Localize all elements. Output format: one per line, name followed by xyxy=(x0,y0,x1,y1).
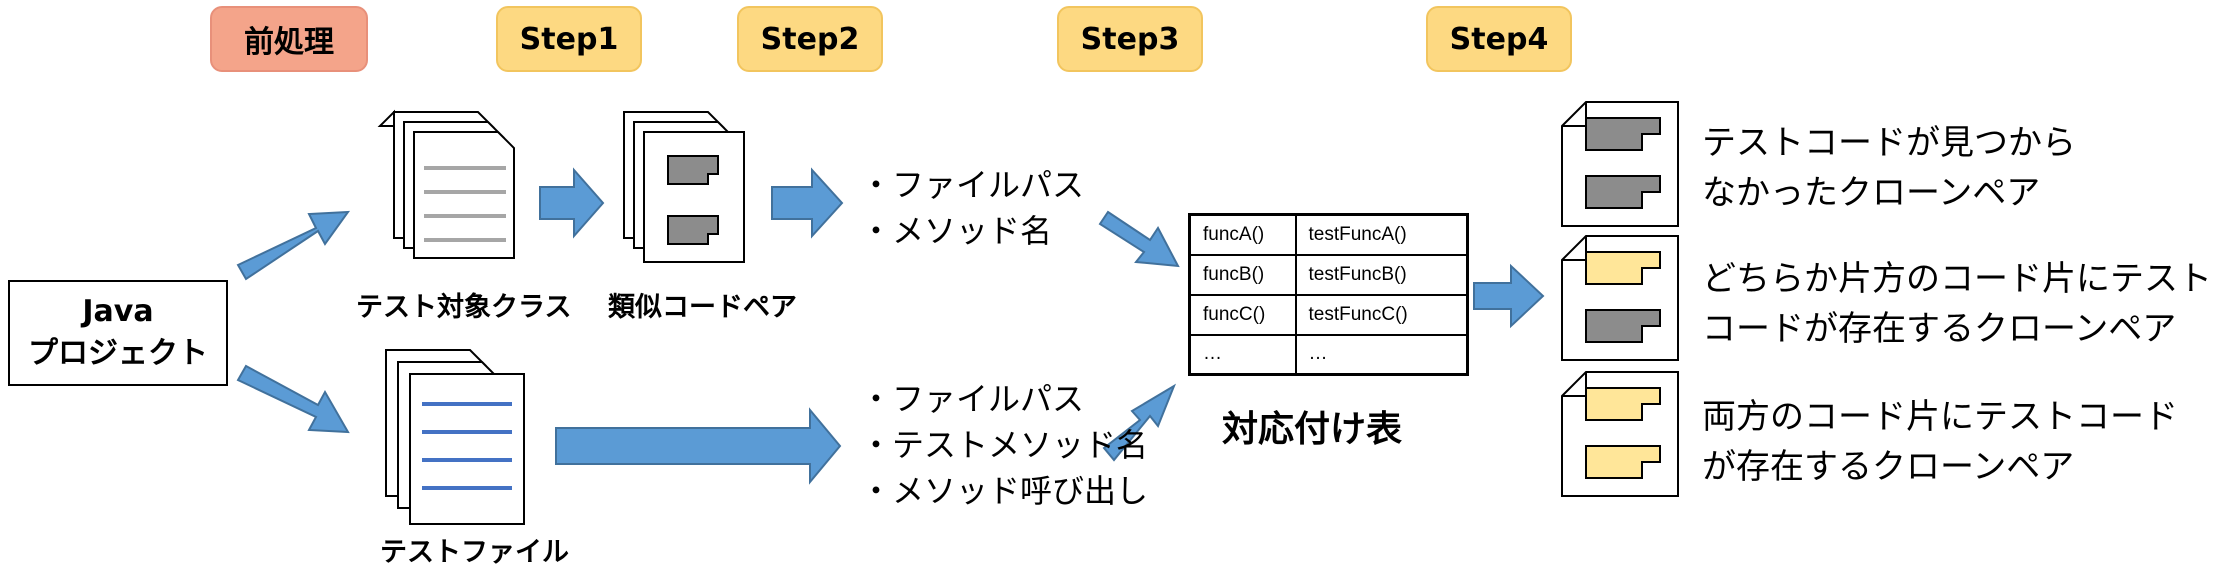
table-row: funcA() testFuncA() xyxy=(1188,213,1469,256)
table-cell: funcB() xyxy=(1188,253,1297,296)
mapping-table-title: 対応付け表 xyxy=(1222,409,1403,450)
test-file-icon xyxy=(385,349,525,525)
java-project-box: Java プロジェクト xyxy=(8,280,228,386)
java-project-line2: プロジェクト xyxy=(28,336,208,371)
table-cell: testFuncB() xyxy=(1294,253,1469,296)
result-3-line2: が存在するクローンペア xyxy=(1702,447,2075,487)
result-text-3: 両方のコード片にテストコード が存在するクローンペア xyxy=(1702,392,2178,492)
table-cell: testFuncC() xyxy=(1294,293,1469,336)
table-row: funcB() testFuncB() xyxy=(1188,253,1469,296)
info-top: ・ファイルパス ・メソッド名 xyxy=(860,162,1084,254)
result-2-line1: どちらか片方のコード片にテスト xyxy=(1702,259,2212,299)
arrow-step2-top xyxy=(771,167,844,239)
info-top-line2: ・メソッド名 xyxy=(860,212,1053,250)
result-text-1: テストコードが見つから なかったクローンペア xyxy=(1702,118,2076,218)
result-1-line2: なかったクローンペア xyxy=(1702,173,2041,213)
info-top-line1: ・ファイルパス xyxy=(860,166,1085,204)
info-bottom: ・ファイルパス ・テストメソッド名 ・メソッド呼び出し xyxy=(860,376,1148,514)
table-row: funcC() testFuncC() xyxy=(1188,293,1469,336)
table-cell: funcA() xyxy=(1188,213,1297,256)
arrow-step4 xyxy=(1473,263,1545,329)
result-1-line1: テストコードが見つから xyxy=(1702,123,2076,163)
arrow-step1 xyxy=(539,167,605,239)
info-bottom-line2: ・テストメソッド名 xyxy=(860,426,1149,464)
info-bottom-line3: ・メソッド呼び出し xyxy=(860,472,1149,510)
similar-code-pair-label: 類似コードペア xyxy=(608,292,797,323)
arrow-step2-bottom xyxy=(555,407,842,485)
table-cell: funcC() xyxy=(1188,293,1297,336)
arrow-step3-top xyxy=(1098,210,1180,268)
result-3-line1: 両方のコード片にテストコード xyxy=(1702,397,2178,437)
result-text-2: どちらか片方のコード片にテスト コードが存在するクローンペア xyxy=(1702,254,2212,354)
table-cell: … xyxy=(1294,333,1469,376)
arrow-to-test-file xyxy=(236,364,350,434)
table-cell: testFuncA() xyxy=(1294,213,1469,256)
test-target-class-label: テスト対象クラス xyxy=(356,292,572,323)
java-project-line1: Java xyxy=(82,294,154,329)
mapping-table: funcA() testFuncA() funcB() testFuncB() … xyxy=(1188,213,1469,376)
test-file-label: テストファイル xyxy=(380,537,569,568)
test-target-class-icon xyxy=(377,109,515,259)
arrow-to-test-target xyxy=(236,210,351,281)
result-2-line2: コードが存在するクローンペア xyxy=(1702,309,2177,349)
info-bottom-line1: ・ファイルパス xyxy=(860,380,1085,418)
table-row: … … xyxy=(1188,333,1469,376)
table-cell: … xyxy=(1188,333,1297,376)
